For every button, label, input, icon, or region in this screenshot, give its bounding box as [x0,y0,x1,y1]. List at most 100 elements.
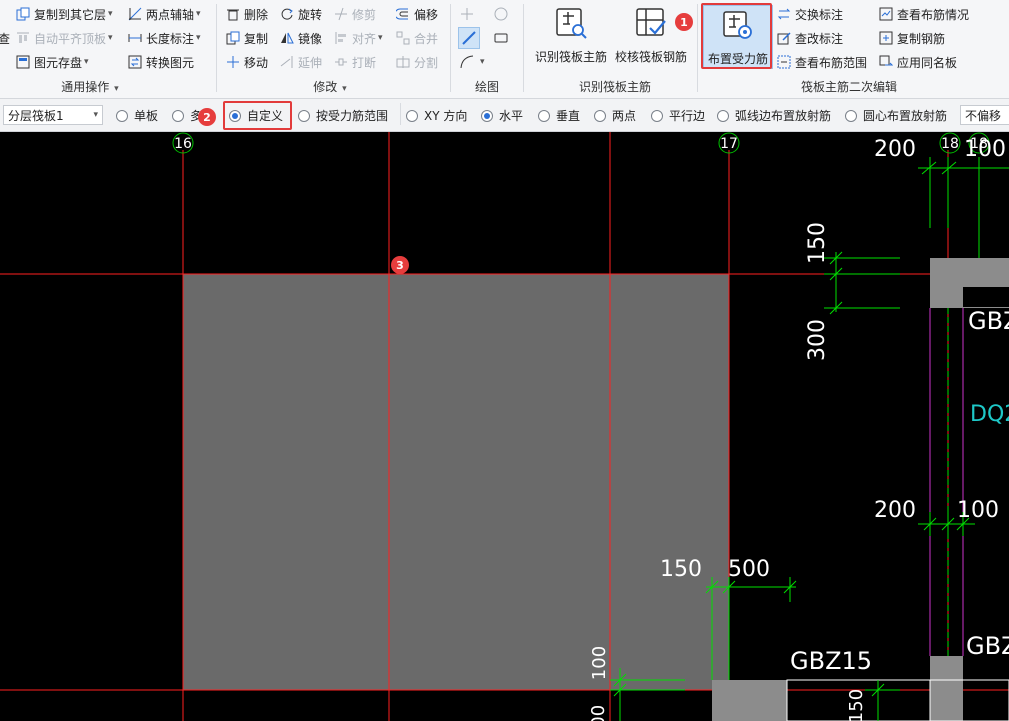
arc-draw-button[interactable]: ▾ [460,52,485,72]
check-rebar-button[interactable]: 校核筏板钢筋 [613,4,689,65]
drawing-canvas[interactable]: 16 17 18 18 200 100 150 300 200 100 150 … [0,132,1009,721]
offset-select[interactable]: 不偏移 [960,105,1009,125]
offset-label: 偏移 [414,7,439,22]
radio-two-point[interactable]: 两点 [594,107,636,124]
rotate-point-button[interactable] [494,4,512,24]
check-rebar-icon [634,6,668,40]
extend-icon [280,55,294,69]
dim-text-150-small: 150 [846,689,867,721]
column-gbz15[interactable] [712,680,787,721]
copy-rebar-button[interactable]: 复制钢筋 [879,28,945,48]
rotate-label: 旋转 [298,7,323,22]
merge-icon [396,31,410,45]
check-label-button[interactable]: 查改标注 [777,28,843,48]
group-identify: 识别筏板主筋 校核筏板钢筋 识别筏板主筋 [525,0,695,98]
rotate-button[interactable]: 旋转 [280,4,322,24]
chevron-down-icon: ▾ [378,33,383,43]
view-range-text: 查看布筋范围 [795,55,868,70]
apply-same-button[interactable]: 应用同名板 [879,52,957,72]
point-draw-button[interactable] [460,4,478,24]
dim-text-500: 500 [728,557,770,582]
step-badge-1: 1 [675,13,693,31]
identify-main-button[interactable]: 识别筏板主筋 [533,4,609,65]
left-cut-button-2[interactable]: 查 [0,28,10,48]
offset-button[interactable]: 偏移 [396,4,438,24]
rect-draw-button[interactable] [494,28,512,48]
column-bottom[interactable] [930,656,963,721]
radio-vertical[interactable]: 垂直 [538,107,580,124]
break-button[interactable]: 打断 [334,52,376,72]
align-top-icon [16,31,30,45]
radio-xy-label: XY 方向 [424,109,468,123]
two-point-axis-button[interactable]: 两点辅轴 ▾ [128,4,201,24]
layer-select[interactable]: 分层筏板1 ▾ [3,105,103,125]
axis-label-16: 16 [174,136,192,152]
radio-xy[interactable]: XY 方向 [406,107,467,124]
convert-icon [128,55,142,69]
dim-text-100-mid: 100 [957,498,999,523]
length-dim-button[interactable]: 长度标注 ▾ [128,28,201,48]
convert-element-button[interactable]: 转换图元 [128,52,194,72]
edit-label-icon [777,31,791,45]
radio-parallel[interactable]: 平行边 [651,107,705,124]
merge-button[interactable]: 合并 [396,28,438,48]
radio-horizontal-label: 水平 [499,109,524,123]
chevron-down-icon: ▾ [84,57,89,67]
view-layout-button[interactable]: 查看布筋情况 [879,4,969,24]
length-dim-label: 长度标注 [146,31,195,46]
element-storage-label: 图元存盘 [34,55,83,70]
raft-slab[interactable] [183,274,729,690]
extend-button[interactable]: 延伸 [280,52,322,72]
split-label: 分割 [414,55,439,70]
chevron-down-icon: ▾ [108,33,113,43]
trim-button[interactable]: 修剪 [334,4,376,24]
axis-bubble-17: 17 [718,132,740,154]
extend-label: 延伸 [298,55,323,70]
merge-label: 合并 [414,31,439,46]
trash-icon [226,7,240,21]
convert-element-label: 转换图元 [146,55,195,70]
arc-icon [460,55,474,69]
swap-icon [777,7,791,21]
radio-circle [116,109,128,122]
auto-align-top-button[interactable]: 自动平齐顶板 ▾ [16,28,113,48]
swap-label-button[interactable]: 交换标注 [777,4,843,24]
circle-check-icon [494,7,508,21]
dim-text-200-top: 200 [874,137,916,162]
rotate-icon [280,7,294,21]
copy-rebar-text: 复制钢筋 [897,31,946,46]
move-icon [226,55,240,69]
radio-center-radial-label: 圆心布置放射筋 [863,109,948,123]
radio-by-range[interactable]: 按受力筋范围 [298,107,388,124]
column-top-inner [963,287,1009,307]
radio-center-radial[interactable]: 圆心布置放射筋 [845,107,947,124]
line-icon [462,31,476,45]
radio-horizontal[interactable]: 水平 [481,107,523,124]
radio-circle-selected [481,109,493,122]
break-icon [334,55,348,69]
split-button[interactable]: 分割 [396,52,438,72]
radio-single[interactable]: 单板 [116,107,158,124]
copy-to-layer-button[interactable]: 复制到其它层 ▾ [16,4,113,24]
cad-drawing: 16 17 18 18 200 100 150 300 200 100 150 … [0,132,1009,721]
label-gbz-right: GBZ [966,632,1009,660]
copy-icon [226,31,240,45]
options-divider [400,103,401,125]
align-button[interactable]: 对齐 ▾ [334,28,383,48]
delete-button[interactable]: 删除 [226,4,268,24]
mirror-icon [280,31,294,45]
radio-arc-radial[interactable]: 弧线边布置放射筋 [717,107,831,124]
layer-select-value: 分层筏板1 [8,108,64,123]
mirror-button[interactable]: 镜像 [280,28,322,48]
radio-arc-radial-label: 弧线边布置放射筋 [735,109,832,123]
view-range-button[interactable]: 查看布筋范围 [777,52,867,72]
radio-parallel-label: 平行边 [669,109,706,123]
swap-label-text: 交换标注 [795,7,844,22]
move-button[interactable]: 移动 [226,52,268,72]
line-draw-button[interactable] [458,27,480,49]
copy-button[interactable]: 复制 [226,28,268,48]
group-modify: 删除 旋转 修剪 偏移 复制 镜像 对齐 ▾ 合并 移动 延伸 打断 分割 修改… [220,0,450,98]
element-storage-button[interactable]: 图元存盘 ▾ [16,52,89,72]
check-label-text: 查改标注 [795,31,844,46]
highlight-custom-radio [223,101,292,130]
